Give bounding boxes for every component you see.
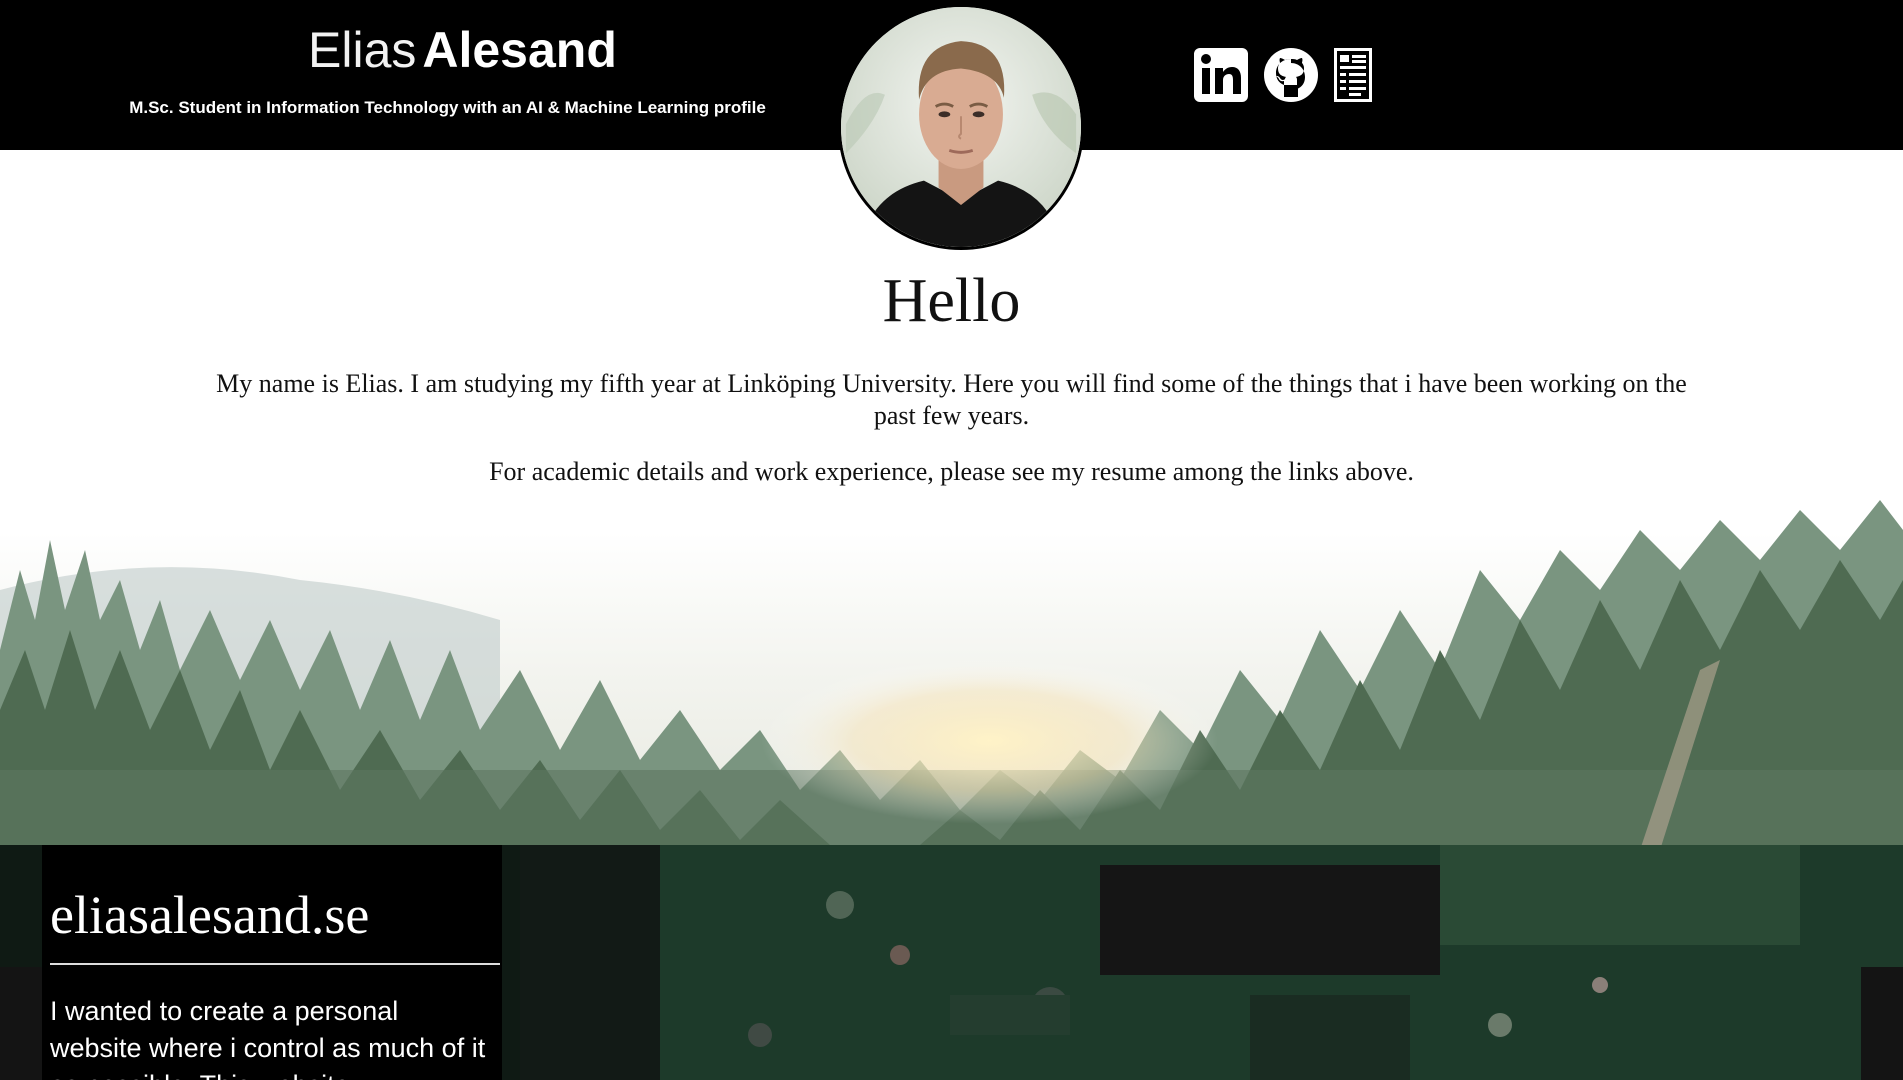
- title-divider: [50, 963, 500, 965]
- last-name: Alesand: [422, 22, 617, 78]
- linkedin-icon: [1194, 48, 1248, 102]
- project-section: eliasalesand.se I wanted to create a per…: [0, 845, 1903, 1080]
- resume-note-text: For academic details and work experience…: [489, 457, 1414, 486]
- github-link[interactable]: [1262, 46, 1320, 104]
- carousel-prev-button[interactable]: [0, 967, 42, 1080]
- project-card: eliasalesand.se I wanted to create a per…: [42, 845, 502, 1080]
- project-description: I wanted to create a personal website wh…: [50, 996, 486, 1080]
- resume-document-icon: [1334, 48, 1372, 102]
- site-name[interactable]: Elias Alesand: [308, 20, 617, 80]
- hero-section: Hello My name is Elias. I am studying my…: [0, 150, 1903, 845]
- carousel-next-button[interactable]: [1861, 967, 1903, 1080]
- forest-background-image: [0, 150, 1903, 845]
- resume-link[interactable]: [1332, 46, 1374, 104]
- linkedin-link[interactable]: [1192, 46, 1250, 104]
- site-subtitle: M.Sc. Student in Information Technology …: [129, 98, 766, 117]
- first-name: Elias: [308, 22, 417, 78]
- profile-photo: [838, 4, 1084, 250]
- project-title[interactable]: eliasalesand.se: [50, 883, 494, 947]
- github-icon: [1264, 48, 1318, 102]
- hello-heading: Hello: [882, 267, 1021, 335]
- intro-text: My name is Elias. I am studying my fifth…: [216, 369, 1687, 430]
